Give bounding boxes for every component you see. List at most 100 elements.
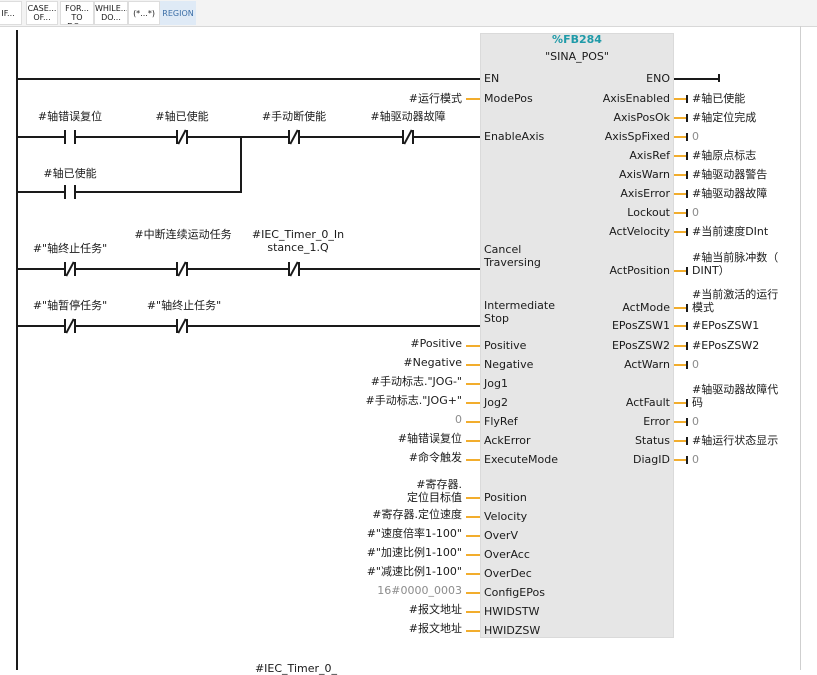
- output-pin-diagid: DiagID: [633, 453, 670, 466]
- output-pin-actvelocity: ActVelocity: [609, 225, 670, 238]
- output-pin-status: Status: [634, 434, 670, 447]
- contact-nc[interactable]: [176, 318, 188, 334]
- output-wire-end: [686, 304, 688, 312]
- output-actual[interactable]: 0: [692, 453, 792, 466]
- output-pin-eposzsw1: EPosZSW1: [611, 319, 670, 332]
- output-pin-axisspfixed: AxisSpFixed: [604, 130, 670, 143]
- output-actual[interactable]: #轴已使能: [692, 92, 792, 105]
- output-actual[interactable]: #轴定位完成: [692, 111, 792, 124]
- input-actual[interactable]: #轴错误复位: [332, 432, 462, 445]
- while-do-button[interactable]: WHILE... DO...: [94, 1, 128, 25]
- contact-nc[interactable]: [176, 129, 188, 145]
- output-actual[interactable]: #EPosZSW1: [692, 319, 792, 332]
- input-pin-overacc: OverAcc: [484, 548, 530, 561]
- input-pin-ackerror: AckError: [484, 434, 531, 447]
- input-wire-stub: [466, 630, 480, 632]
- case-of-button[interactable]: CASE... OF...: [26, 1, 58, 25]
- left-power-rail: [16, 30, 18, 670]
- input-actual[interactable]: #寄存器. 定位目标值: [332, 478, 462, 504]
- wire: [76, 191, 242, 193]
- input-pin-en: EN: [484, 72, 500, 85]
- input-pin-configepos: ConfigEPos: [484, 586, 545, 599]
- output-actual[interactable]: 0: [692, 130, 792, 143]
- input-actual[interactable]: #寄存器.定位速度: [332, 508, 462, 521]
- wire: [240, 136, 242, 193]
- input-actual[interactable]: #"减速比例1-100": [332, 565, 462, 578]
- output-wire-end: [686, 267, 688, 275]
- contact-label: #轴已使能: [155, 110, 209, 123]
- input-actual[interactable]: #"加速比例1-100": [332, 546, 462, 559]
- block-name: "SINA_POS": [545, 50, 609, 63]
- output-pin-axisenabled: AxisEnabled: [602, 92, 670, 105]
- region-button[interactable]: REGION: [160, 1, 196, 25]
- input-pin-overdec: OverDec: [484, 567, 532, 580]
- if-button[interactable]: IF...: [0, 1, 22, 25]
- output-actual[interactable]: 0: [692, 358, 792, 371]
- input-actual[interactable]: #运行模式: [332, 92, 462, 105]
- output-actual[interactable]: 0: [692, 206, 792, 219]
- wire: [300, 268, 480, 270]
- contact-nc[interactable]: [64, 318, 76, 334]
- input-pin-negative: Negative: [484, 358, 534, 371]
- contact-label: #手动断使能: [261, 110, 327, 123]
- output-actual[interactable]: #当前速度DInt: [692, 225, 792, 238]
- contact-no[interactable]: [64, 185, 76, 199]
- contact-nc[interactable]: [402, 129, 414, 145]
- output-actual[interactable]: #轴驱动器故障: [692, 187, 792, 200]
- input-actual[interactable]: #报文地址: [332, 622, 462, 635]
- wire: [16, 136, 64, 138]
- contact-nc[interactable]: [288, 129, 300, 145]
- input-wire-stub: [466, 611, 480, 613]
- output-wire-end: [686, 437, 688, 445]
- output-wire-end: [686, 95, 688, 103]
- input-actual[interactable]: #Positive: [332, 337, 462, 350]
- output-pin-actwarn: ActWarn: [624, 358, 670, 371]
- contact-label: #轴错误复位: [37, 110, 103, 123]
- input-actual[interactable]: #Negative: [332, 356, 462, 369]
- input-pin-position: Position: [484, 491, 527, 504]
- output-actual[interactable]: #轴运行状态显示: [692, 434, 792, 447]
- wire: [76, 268, 176, 270]
- scroll-track[interactable]: [800, 26, 801, 670]
- output-wire-end: [686, 342, 688, 350]
- contact-label: #IEC_Timer_0_Instance_1.Q: [251, 228, 345, 254]
- output-actual[interactable]: #轴当前脉冲数（ DINT）: [692, 251, 792, 277]
- output-actual[interactable]: #轴驱动器故障代 码: [692, 383, 792, 409]
- output-wire-end: [686, 456, 688, 464]
- output-actual[interactable]: #轴原点标志: [692, 149, 792, 162]
- output-actual[interactable]: #EPosZSW2: [692, 339, 792, 352]
- contact-nc[interactable]: [288, 261, 300, 277]
- input-wire-stub: [466, 592, 480, 594]
- input-actual[interactable]: 16#0000_0003: [332, 584, 462, 597]
- input-actual[interactable]: #"速度倍率1-100": [332, 527, 462, 540]
- output-actual[interactable]: 0: [692, 415, 792, 428]
- input-pin-modepos: ModePos: [484, 92, 533, 105]
- input-actual[interactable]: #报文地址: [332, 603, 462, 616]
- input-wire-stub: [466, 554, 480, 556]
- input-actual[interactable]: #命令触发: [332, 451, 462, 464]
- contact-nc[interactable]: [64, 261, 76, 277]
- output-wire-end: [686, 114, 688, 122]
- input-pin-hwidzsw: HWIDZSW: [484, 624, 541, 637]
- contact-no[interactable]: [64, 130, 76, 144]
- input-actual[interactable]: #手动标志."JOG-": [332, 375, 462, 388]
- input-pin-intermediatestop: Intermediate Stop: [484, 299, 555, 325]
- input-wire-stub: [466, 440, 480, 442]
- output-actual[interactable]: #当前激活的运行 模式: [692, 288, 792, 314]
- output-actual[interactable]: #轴驱动器警告: [692, 168, 792, 181]
- input-actual[interactable]: #手动标志."JOG+": [332, 394, 462, 407]
- output-pin-axisposok: AxisPosOk: [613, 111, 670, 124]
- for-to-do-button[interactable]: FOR... TO DO...: [60, 1, 94, 25]
- comment-block-button[interactable]: (*...*): [128, 1, 160, 25]
- input-pin-flyref: FlyRef: [484, 415, 518, 428]
- wire: [414, 136, 480, 138]
- input-wire-stub: [466, 497, 480, 499]
- input-pin-jog2: Jog2: [484, 396, 508, 409]
- input-actual[interactable]: 0: [332, 413, 462, 426]
- input-pin-hwidstw: HWIDSTW: [484, 605, 540, 618]
- input-pin-overv: OverV: [484, 529, 518, 542]
- contact-nc[interactable]: [176, 261, 188, 277]
- input-wire-stub: [466, 421, 480, 423]
- input-pin-canceltraversing: Cancel Traversing: [484, 243, 541, 269]
- wire: [76, 325, 176, 327]
